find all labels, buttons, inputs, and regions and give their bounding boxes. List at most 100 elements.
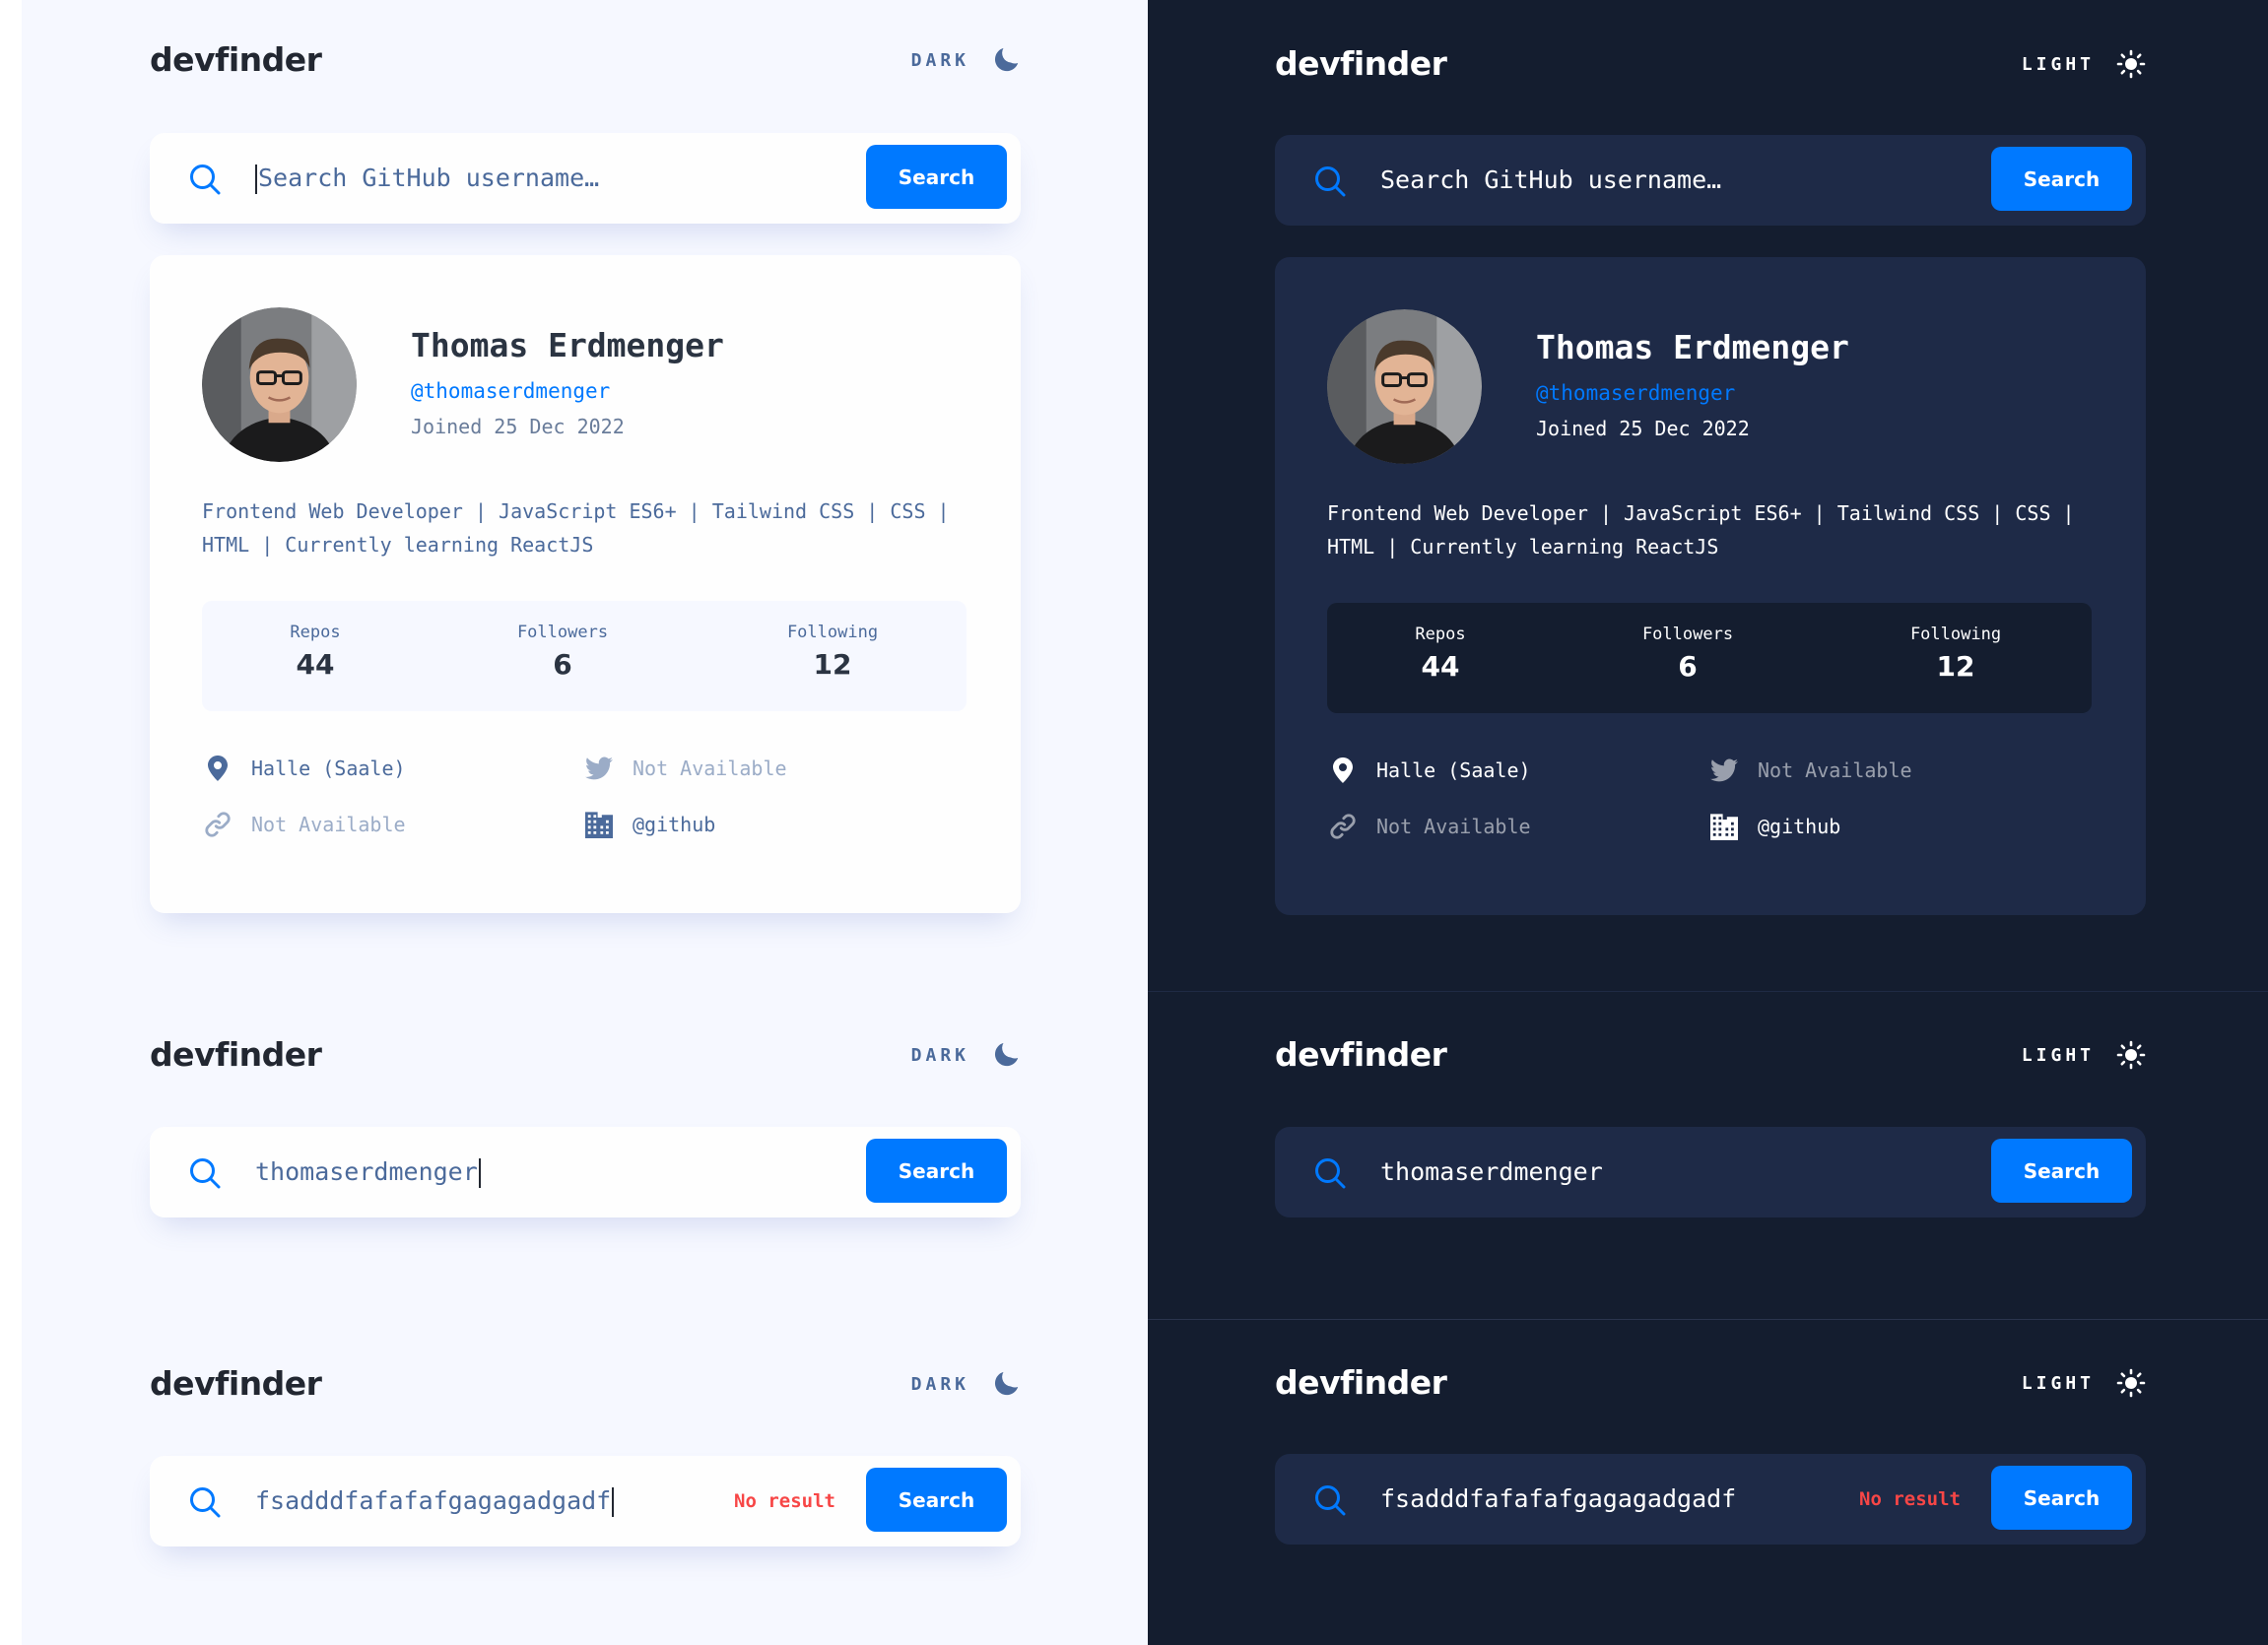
stat-value: 6: [553, 648, 572, 681]
profile-bio: Frontend Web Developer | JavaScript ES6+…: [202, 499, 950, 557]
twitter-icon: [1708, 755, 1740, 786]
search-icon: [189, 1486, 221, 1518]
info-company[interactable]: @github: [1708, 811, 1840, 842]
sun-icon: [2116, 1368, 2146, 1398]
moon-icon: [991, 1040, 1021, 1070]
no-result-message: No result: [734, 1490, 835, 1512]
search-bar: Search GitHub username… Search: [150, 133, 1021, 224]
stat-value: 12: [813, 648, 852, 681]
info-twitter-text: Not Available: [1758, 758, 1912, 782]
header: devfinder DARK: [150, 1025, 1021, 1085]
search-bar: Search GitHub username… Search: [1275, 135, 2146, 226]
search-value: thomaserdmenger: [1380, 1157, 1603, 1186]
company-icon: [1708, 811, 1740, 842]
search-bar: thomaserdmenger Search: [1275, 1127, 2146, 1217]
theme-toggle[interactable]: DARK: [911, 1354, 1021, 1414]
info-location-text: Halle (Saale): [251, 757, 406, 780]
location-icon: [202, 753, 233, 784]
stat-label: Following: [786, 623, 879, 642]
typed-search-view: devfinder LIGHT thomaserdmenger Search: [1275, 1025, 2146, 1217]
profile-joined-date: Joined 25 Dec 2022: [1536, 417, 1750, 440]
no-result-message: No result: [1859, 1488, 1961, 1510]
stat-value: 44: [1421, 650, 1460, 683]
info-blog-text: Not Available: [251, 813, 406, 836]
stat-label: Repos: [290, 623, 341, 642]
search-button[interactable]: Search: [866, 1139, 1007, 1203]
stat-label: Repos: [1415, 625, 1466, 644]
stat-following: Following 12: [787, 623, 878, 681]
theme-toggle-label: LIGHT: [2021, 1044, 2095, 1066]
stat-repos: Repos 44: [290, 623, 340, 681]
dark-theme-panel: devfinder LIGHT Search GitHub username… …: [1148, 0, 2268, 1645]
search-input[interactable]: fsadddfafafafgagagadgadf: [1380, 1454, 1736, 1545]
search-button[interactable]: Search: [866, 145, 1007, 209]
theme-toggle-label: LIGHT: [2021, 53, 2095, 75]
search-button[interactable]: Search: [866, 1468, 1007, 1532]
search-bar: thomaserdmenger Search: [150, 1127, 1021, 1217]
stats-panel: Repos 44 Followers 6 Following 12: [1327, 603, 2092, 713]
no-result-view: devfinder DARK fsadddfafafafgagagadgadf …: [150, 1354, 1021, 1546]
search-bar: fsadddfafafafgagagadgadf No result Searc…: [1275, 1454, 2146, 1545]
profile-card: Thomas Erdmenger @thomaserdmenger Joined…: [150, 255, 1021, 913]
search-icon: [1314, 1157, 1346, 1189]
link-icon: [202, 809, 233, 840]
search-placeholder: Search GitHub username…: [1380, 165, 1722, 194]
search-icon: [1314, 1484, 1346, 1516]
profile-login-link[interactable]: @thomaserdmenger: [1536, 381, 1735, 405]
info-location: Halle (Saale): [1327, 755, 1531, 786]
stat-value: 6: [1678, 650, 1698, 683]
app-logo: devfinder: [150, 40, 322, 79]
app-logo: devfinder: [1275, 1363, 1447, 1402]
header: devfinder LIGHT: [1275, 1025, 2146, 1085]
no-result-view: devfinder LIGHT fsadddfafafafgagagadgadf…: [1275, 1353, 2146, 1545]
search-input[interactable]: Search GitHub username…: [1380, 135, 1721, 226]
sun-icon: [2116, 49, 2146, 79]
info-location: Halle (Saale): [202, 753, 406, 784]
search-button[interactable]: Search: [1991, 147, 2132, 211]
moon-icon: [991, 1369, 1021, 1399]
light-theme-panel: devfinder DARK Search GitHub username… S…: [22, 0, 1148, 1645]
theme-toggle-label: DARK: [910, 49, 969, 71]
theme-toggle[interactable]: LIGHT: [2022, 34, 2146, 94]
info-company[interactable]: @github: [583, 809, 715, 840]
search-icon: [189, 1157, 221, 1189]
stat-following: Following 12: [1910, 625, 2001, 683]
stat-label: Followers: [1641, 625, 1734, 644]
info-twitter: Not Available: [583, 753, 787, 784]
stat-followers: Followers 6: [1642, 625, 1733, 683]
info-blog[interactable]: Not Available: [1327, 811, 1531, 842]
theme-toggle[interactable]: DARK: [911, 31, 1021, 90]
search-button[interactable]: Search: [1991, 1139, 2132, 1203]
search-input[interactable]: thomaserdmenger: [255, 1127, 481, 1217]
profile-bio: Frontend Web Developer | JavaScript ES6+…: [1327, 501, 2075, 559]
divider: [1148, 991, 2268, 992]
profile-name: Thomas Erdmenger: [411, 326, 724, 364]
profile-login-link[interactable]: @thomaserdmenger: [411, 379, 610, 403]
moon-icon: [991, 45, 1021, 75]
search-input[interactable]: Search GitHub username…: [255, 133, 599, 224]
header: devfinder LIGHT: [1275, 34, 2146, 94]
theme-toggle[interactable]: DARK: [911, 1025, 1021, 1085]
header: devfinder DARK: [150, 31, 1021, 90]
header: devfinder DARK: [150, 1354, 1021, 1414]
theme-toggle[interactable]: LIGHT: [2022, 1025, 2146, 1085]
theme-toggle[interactable]: LIGHT: [2022, 1353, 2146, 1413]
app-logo: devfinder: [150, 1035, 322, 1074]
search-input[interactable]: thomaserdmenger: [1380, 1127, 1603, 1217]
stats-panel: Repos 44 Followers 6 Following 12: [202, 601, 967, 711]
info-blog[interactable]: Not Available: [202, 809, 406, 840]
search-input[interactable]: fsadddfafafafgagagadgadf: [255, 1456, 615, 1546]
stat-value: 12: [1936, 650, 1975, 683]
info-company-text: @github: [1758, 815, 1841, 838]
profile-joined-date: Joined 25 Dec 2022: [411, 415, 625, 438]
search-icon: [189, 164, 221, 195]
stat-followers: Followers 6: [517, 623, 608, 681]
search-value: fsadddfafafafgagagadgadf: [1380, 1484, 1737, 1513]
theme-toggle-label: LIGHT: [2021, 1372, 2095, 1394]
info-company-text: @github: [633, 813, 716, 836]
search-value: thomaserdmenger: [255, 1157, 478, 1186]
profile-view: devfinder DARK Search GitHub username… S…: [150, 31, 1021, 913]
info-twitter: Not Available: [1708, 755, 1912, 786]
search-button[interactable]: Search: [1991, 1466, 2132, 1530]
info-twitter-text: Not Available: [633, 757, 787, 780]
